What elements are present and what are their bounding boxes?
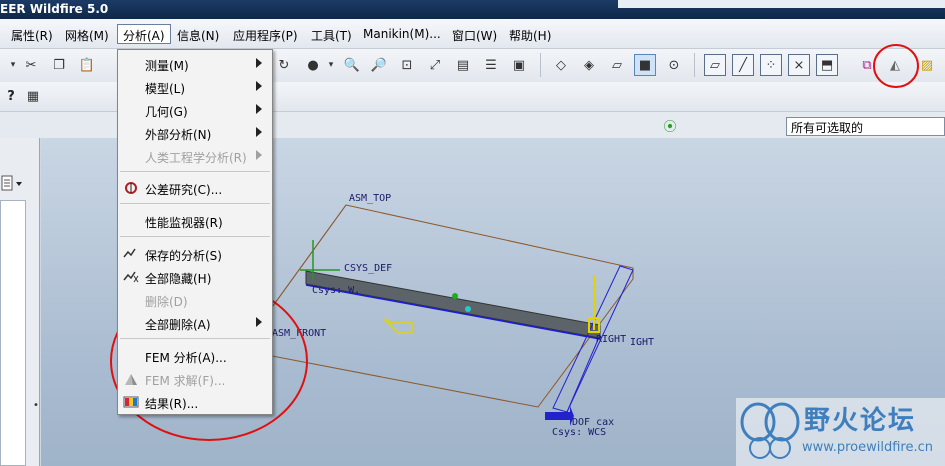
forum-watermark: 野火论坛 www.proewildfire.cn: [736, 398, 945, 466]
menu-item-ergonomics: 人类工程学分析(R): [118, 145, 272, 167]
hidden-line-icon[interactable]: ◈: [578, 54, 600, 76]
model-setup-icon[interactable]: ▣: [508, 54, 530, 76]
menu-item-delete: 删除(D): [145, 295, 188, 309]
wireframe-icon[interactable]: ◇: [550, 54, 572, 76]
menu-separator: [120, 171, 270, 172]
copy-icon[interactable]: ❐: [48, 54, 70, 76]
menu-tools[interactable]: 工具(T): [306, 25, 357, 45]
results-toolbar-icon[interactable]: ▨: [916, 54, 938, 76]
fem-solve-toolbar-icon[interactable]: ◭: [884, 54, 906, 76]
tree-view-icon: [1, 175, 22, 191]
refit-icon[interactable]: ⊡: [396, 54, 418, 76]
orient-icon[interactable]: ⤢: [424, 54, 446, 76]
results-icon: [122, 394, 139, 410]
submenu-arrow-icon: [256, 58, 262, 68]
menu-help[interactable]: 帮助(H): [504, 25, 556, 45]
tolerance-icon: [122, 180, 139, 196]
menu-item-performance-monitor[interactable]: 性能监视器(R): [118, 210, 272, 232]
datum-point-icon[interactable]: ⁘: [760, 54, 782, 76]
menu-item-measure[interactable]: 测量(M): [118, 53, 272, 75]
saved-views-icon[interactable]: ▤: [452, 54, 474, 76]
menu-window[interactable]: 窗口(W): [447, 25, 502, 45]
csys-icon[interactable]: ⨯: [788, 54, 810, 76]
title-bar: EER Wildfire 5.0: [0, 0, 945, 19]
annotation-icon[interactable]: ⬒: [816, 54, 838, 76]
model-tree-icon[interactable]: ▦: [22, 85, 44, 107]
spin-center-icon[interactable]: ⊙: [663, 54, 685, 76]
menu-separator: [120, 236, 270, 237]
datum-plane-icon[interactable]: ▱: [704, 54, 726, 76]
context-help-icon[interactable]: ?: [0, 85, 22, 107]
left-navigator-panel: •: [0, 138, 40, 466]
menu-mesh[interactable]: 网格(M): [60, 25, 114, 45]
analysis-dropdown-menu: 测量(M) 模型(L) 几何(G) 外部分析(N) 人类工程学分析(R) 公差研…: [117, 49, 273, 415]
title-bar-strip: [618, 0, 945, 8]
watermark-title: 野火论坛: [804, 406, 917, 436]
status-light-icon: ⦿: [663, 119, 677, 135]
datum-axis-icon[interactable]: ╱: [732, 54, 754, 76]
toolbar-separator: [694, 53, 695, 77]
hide-all-icon: [122, 269, 139, 285]
panel-sash-handle[interactable]: •: [33, 400, 39, 411]
menu-properties[interactable]: 属性(R): [6, 25, 58, 45]
menu-manikin[interactable]: Manikin(M)...: [358, 25, 446, 45]
menu-item-hide-all[interactable]: 全部隐藏(H): [118, 266, 272, 288]
submenu-arrow-icon: [256, 81, 262, 91]
butterfly-logo-icon: [740, 402, 800, 459]
menu-item-delete-all[interactable]: 全部删除(A): [118, 312, 272, 334]
menu-info[interactable]: 信息(N): [172, 25, 224, 45]
zoom-out-icon[interactable]: 🔎: [368, 54, 390, 76]
regenerate-icon[interactable]: ↻: [273, 54, 295, 76]
menu-item-geometry[interactable]: 几何(G): [118, 99, 272, 121]
menu-analysis[interactable]: 分析(A): [117, 24, 171, 44]
menu-item-model[interactable]: 模型(L): [118, 76, 272, 98]
menu-item-fem-solve: FEM 求解(F)...: [118, 368, 272, 390]
fem-solve-icon: [122, 371, 139, 387]
saved-analysis-icon: [122, 246, 139, 262]
watermark-url: www.proewildfire.cn: [802, 440, 933, 455]
menu-item-tolerance-study[interactable]: 公差研究(C)...: [118, 177, 272, 199]
cut-icon[interactable]: ✂: [20, 54, 42, 76]
context-help-text: ?: [7, 88, 15, 104]
no-hidden-icon[interactable]: ▱: [606, 54, 628, 76]
shading-view-icon[interactable]: ■: [634, 54, 656, 76]
tree-view-button[interactable]: [0, 172, 26, 196]
menu-bar: 属性(R) 网格(M) 分析(A) 信息(N) 应用程序(P) 工具(T) Ma…: [0, 19, 945, 49]
menu-separator: [120, 203, 270, 204]
window-title: EER Wildfire 5.0: [0, 2, 109, 16]
model-tree-pane[interactable]: [0, 200, 26, 466]
mechanism-icon[interactable]: ⧉: [856, 54, 878, 76]
selection-filter-value: 所有可选取的: [791, 121, 864, 135]
menu-separator: [120, 338, 270, 339]
menu-applications[interactable]: 应用程序(P): [228, 25, 303, 45]
menu-item-results[interactable]: 结果(R)...: [118, 391, 272, 413]
menu-item-external-analysis[interactable]: 外部分析(N): [118, 122, 272, 144]
menu-item-saved-analysis[interactable]: 保存的分析(S): [118, 243, 272, 265]
zoom-in-icon[interactable]: 🔍: [341, 54, 363, 76]
submenu-arrow-icon: [256, 150, 262, 160]
submenu-arrow-icon: [256, 317, 262, 327]
submenu-arrow-icon: [256, 127, 262, 137]
selection-filter-select[interactable]: 所有可选取的: [786, 117, 945, 136]
submenu-arrow-icon: [256, 104, 262, 114]
menu-item-fem-analysis[interactable]: FEM 分析(A)...: [118, 345, 272, 367]
paste-icon[interactable]: 📋: [76, 54, 98, 76]
toolbar-separator: [540, 53, 541, 77]
shading-dropdown-icon[interactable]: ▾: [320, 54, 342, 76]
layers-icon[interactable]: ☰: [480, 54, 502, 76]
